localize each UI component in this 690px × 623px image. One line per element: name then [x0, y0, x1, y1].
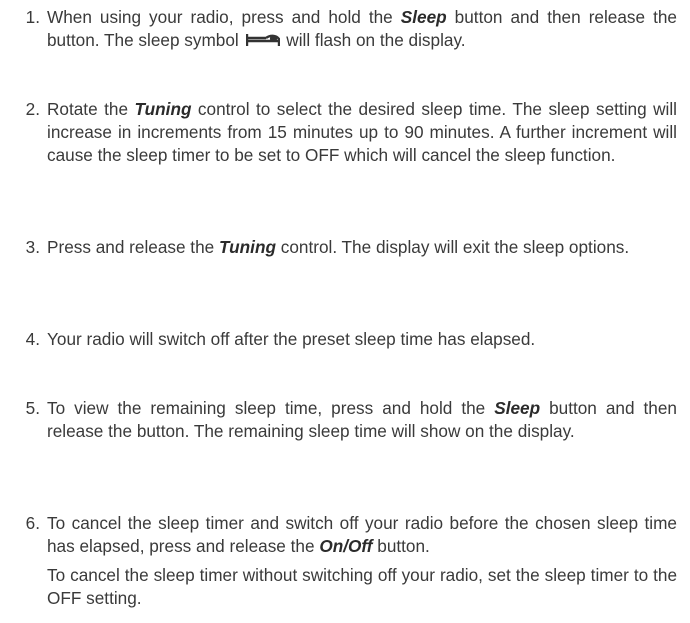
step-note: To cancel the sleep timer without switch…	[47, 565, 677, 608]
step-text-part: control. The display will exit the sleep…	[275, 237, 630, 257]
step-text-part: When using your radio, press and hold th…	[47, 7, 401, 27]
step-number: 2.	[25, 99, 40, 119]
step-number: 3.	[25, 237, 40, 257]
tuning-control-keyword: Tuning	[134, 99, 192, 119]
step-text-part: Press and release the	[47, 237, 219, 257]
step-text-part: Rotate the	[47, 99, 135, 119]
step-number: 4.	[25, 329, 40, 349]
step-text-part: To view the remaining sleep time, press …	[47, 398, 495, 418]
sleep-button-keyword: Sleep	[400, 7, 447, 27]
step-text-part: will flash on the display.	[281, 30, 466, 50]
step-number: 6.	[25, 513, 40, 533]
step-text: Press and release the Tuning control. Th…	[47, 236, 677, 259]
step-text: To cancel the sleep timer and switch off…	[47, 512, 677, 610]
tuning-control-keyword: Tuning	[218, 237, 276, 257]
step-number: 5.	[25, 398, 40, 418]
sleep-button-keyword: Sleep	[494, 398, 541, 418]
sleep-bed-icon	[245, 34, 280, 46]
step-text: Rotate the Tuning control to select the …	[47, 98, 677, 167]
step-text: When using your radio, press and hold th…	[47, 6, 677, 52]
step-text: To view the remaining sleep time, press …	[47, 397, 677, 443]
step-text-part: button.	[372, 536, 430, 556]
on-off-button-keyword: On/Off	[319, 536, 373, 556]
step-number: 1.	[25, 7, 40, 27]
step-text: Your radio will switch off after the pre…	[47, 329, 536, 349]
